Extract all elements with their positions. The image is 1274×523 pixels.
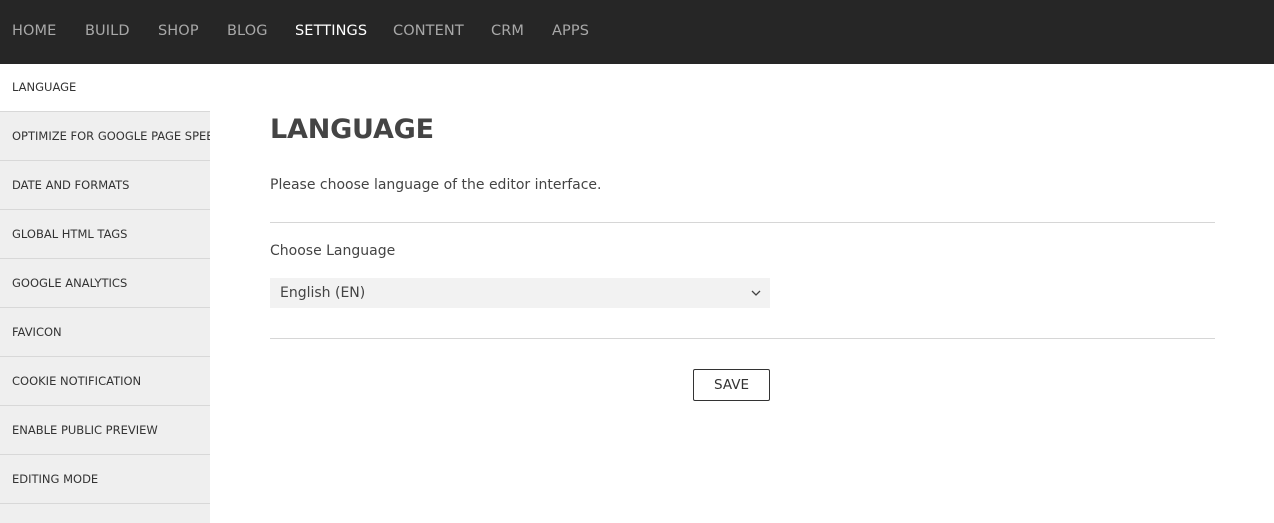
sidebar-item-optimize-page-speed[interactable]: OPTIMIZE FOR GOOGLE PAGE SPEED <box>0 113 210 161</box>
nav-item-crm[interactable]: CRM <box>491 0 524 64</box>
nav-item-home[interactable]: HOME <box>12 0 56 64</box>
sidebar-item-cookie-notification[interactable]: COOKIE NOTIFICATION <box>0 358 210 406</box>
sidebar-item-editing-mode[interactable]: EDITING MODE <box>0 456 210 504</box>
nav-item-apps[interactable]: APPS <box>552 0 589 64</box>
divider <box>270 338 1215 339</box>
language-field-label: Choose Language <box>270 243 396 259</box>
sidebar-item-public-preview[interactable]: ENABLE PUBLIC PREVIEW <box>0 407 210 455</box>
top-navigation-bar: HOME BUILD SHOP BLOG SETTINGS CONTENT CR… <box>0 0 1274 64</box>
divider <box>270 222 1215 223</box>
nav-item-build[interactable]: BUILD <box>85 0 130 64</box>
page-title: LANGUAGE <box>270 114 434 145</box>
nav-item-content[interactable]: CONTENT <box>393 0 464 64</box>
language-select-value: English (EN) <box>280 285 366 301</box>
nav-item-shop[interactable]: SHOP <box>158 0 199 64</box>
sidebar-item-global-html-tags[interactable]: GLOBAL HTML TAGS <box>0 211 210 259</box>
nav-item-blog[interactable]: BLOG <box>227 0 268 64</box>
sidebar-item-favicon[interactable]: FAVICON <box>0 309 210 357</box>
nav-item-settings[interactable]: SETTINGS <box>295 0 367 64</box>
settings-sidebar: LANGUAGE OPTIMIZE FOR GOOGLE PAGE SPEED … <box>0 64 210 523</box>
page-description: Please choose language of the editor int… <box>270 177 602 193</box>
language-select[interactable]: English (EN) <box>270 278 770 308</box>
sidebar-item-date-formats[interactable]: DATE AND FORMATS <box>0 162 210 210</box>
sidebar-item-language[interactable]: LANGUAGE <box>0 64 210 112</box>
save-button[interactable]: SAVE <box>693 369 770 401</box>
settings-panel: LANGUAGE Please choose language of the e… <box>210 64 1274 523</box>
sidebar-item-google-analytics[interactable]: GOOGLE ANALYTICS <box>0 260 210 308</box>
chevron-down-icon <box>751 290 761 296</box>
